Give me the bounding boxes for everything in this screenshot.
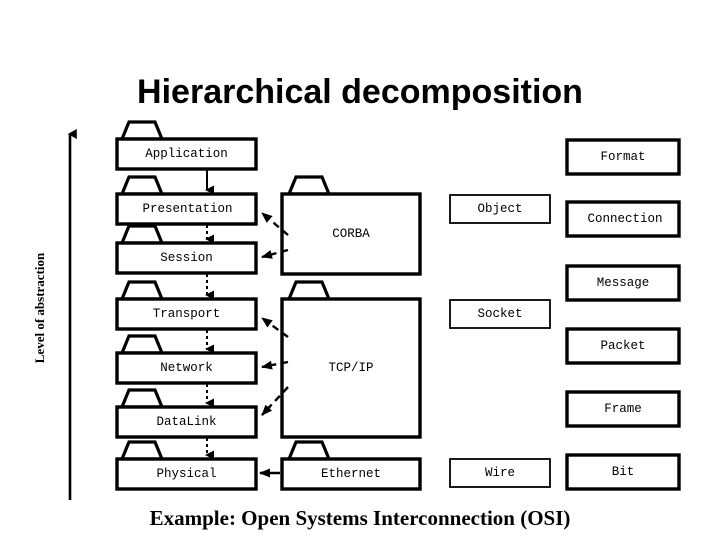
data-unit-label-frame: Frame	[604, 402, 642, 416]
impl-label-ethernet: Ethernet	[320, 467, 381, 481]
osi-label-physical: Physical	[156, 467, 217, 481]
data-unit-group	[565, 138, 681, 491]
osi-label-network: Network	[160, 361, 213, 375]
data-unit-label-packet: Packet	[600, 339, 646, 353]
data-unit-label-message: Message	[596, 276, 650, 290]
abstraction-label-socket: Socket	[477, 307, 523, 321]
abstraction-group	[449, 194, 551, 488]
slide-caption: Example: Open Systems Interconnection (O…	[149, 506, 571, 530]
data-unit-label-bit: Bit	[611, 465, 635, 479]
data-unit-label-format: Format	[600, 150, 646, 164]
axis-label-level-of-abstraction: Level of abstraction	[32, 252, 47, 364]
impl-label-tcpip: TCP/IP	[328, 361, 374, 375]
slide-canvas: Hierarchical decomposition Level of abst…	[0, 0, 720, 540]
abstraction-label-wire: Wire	[484, 466, 515, 480]
page-title: Hierarchical decomposition	[137, 73, 583, 111]
abstraction-label-object: Object	[477, 202, 523, 216]
data-unit-label-connection: Connection	[587, 212, 663, 226]
osi-label-session: Session	[160, 251, 213, 265]
osi-label-datalink: DataLink	[156, 415, 217, 429]
osi-label-transport: Transport	[152, 307, 221, 321]
impl-label-corba: CORBA	[332, 227, 370, 241]
osi-label-presentation: Presentation	[142, 202, 233, 216]
osi-label-application: Application	[145, 147, 228, 161]
